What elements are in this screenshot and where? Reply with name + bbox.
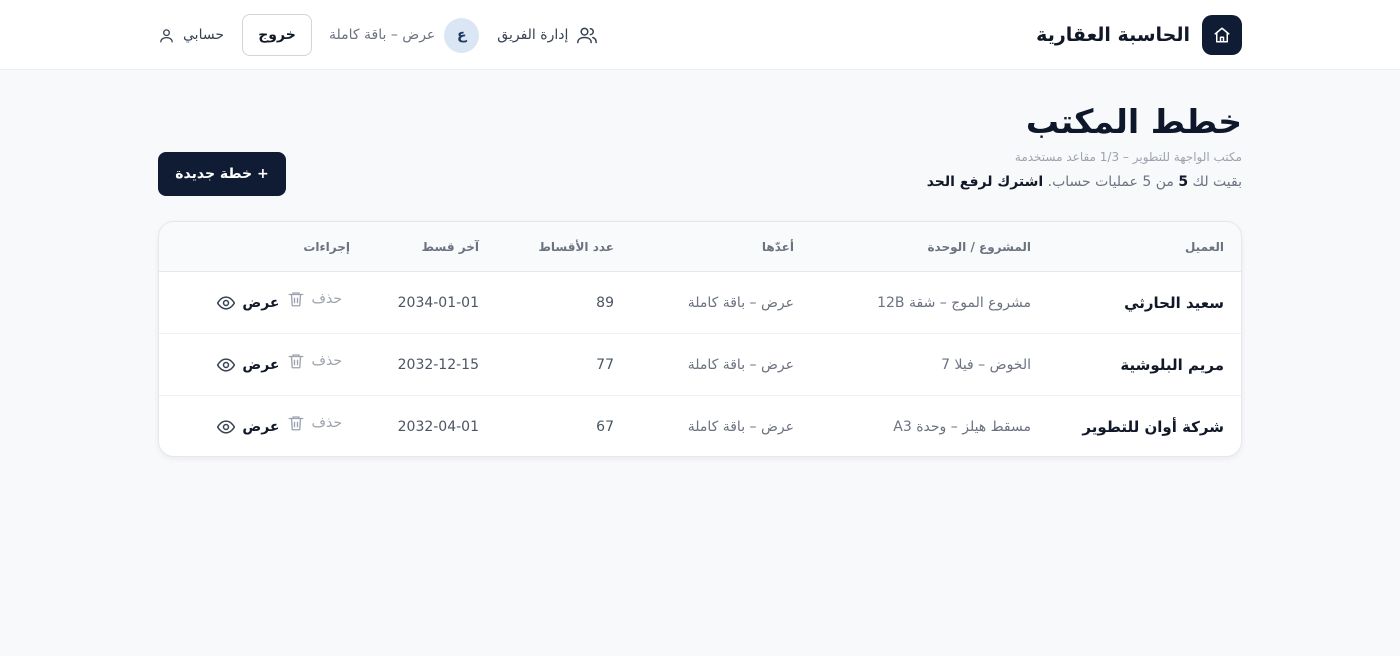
delete-button[interactable]: حذف — [287, 352, 342, 370]
table-row: شركة أوان للتطوير مسقط هيلز – وحدة A3 عر… — [159, 396, 1241, 456]
row-actions: عرض حذف — [216, 272, 350, 333]
view-label: عرض — [242, 419, 280, 435]
quota-count: 5 — [1178, 174, 1189, 190]
brand-title: الحاسبة العقارية — [1036, 24, 1190, 46]
delete-label: حذف — [311, 290, 342, 307]
view-button[interactable]: عرض — [216, 293, 279, 313]
column-project: المشروع / الوحدة — [927, 239, 1031, 254]
page-subtitle: مكتب الواجهة للتطوير – 1/3 مقاعد مستخدمة — [1014, 150, 1242, 164]
project-unit: مشروع الموج – شقة 12B — [877, 294, 1031, 311]
column-last-installment: آخر قسط — [421, 239, 479, 254]
table-header: العميل المشروع / الوحدة أعدّها عدد الأقس… — [159, 222, 1241, 272]
home-icon — [1202, 15, 1242, 55]
delete-button[interactable]: حذف — [287, 290, 342, 308]
client-name: مريم البلوشية — [1120, 355, 1224, 374]
prepared-by: عرض – باقة كاملة — [687, 419, 794, 435]
user-icon — [158, 27, 175, 44]
upgrade-link[interactable]: اشترك لرفع الحد — [927, 174, 1044, 190]
account-link[interactable]: حسابي — [158, 27, 224, 44]
table-row: سعيد الحارثي مشروع الموج – شقة 12B عرض –… — [159, 272, 1241, 334]
quota-middle: من 5 عمليات حساب. — [1043, 174, 1179, 190]
view-label: عرض — [242, 356, 280, 373]
project-unit: مسقط هيلز – وحدة A3 — [893, 419, 1031, 435]
team-label: إدارة الفريق — [497, 27, 569, 43]
brand[interactable]: الحاسبة العقارية — [1036, 15, 1242, 55]
eye-icon — [216, 293, 236, 313]
avatar[interactable]: ع — [444, 17, 480, 53]
installment-count: 89 — [596, 294, 614, 311]
installment-count: 67 — [596, 419, 614, 435]
plan-label: عرض – باقة كاملة — [328, 27, 436, 43]
last-installment-date: 2032-12-15 — [397, 356, 479, 373]
eye-icon — [216, 417, 236, 437]
eye-icon — [216, 355, 236, 375]
trash-icon — [287, 290, 305, 308]
row-actions: عرض حذف — [216, 334, 350, 395]
client-name: سعيد الحارثي — [1124, 293, 1224, 312]
delete-button[interactable]: حذف — [287, 414, 342, 432]
client-name: شركة أوان للتطوير — [1082, 418, 1224, 436]
delete-label: حذف — [311, 415, 342, 431]
prepared-by: عرض – باقة كاملة — [687, 356, 794, 373]
logout-button[interactable]: خروج — [241, 14, 312, 56]
header-nav: حسابي خروج عرض – باقة كاملة ع إدارة الفر… — [158, 14, 598, 56]
project-unit: الخوض – فيلا 7 — [941, 356, 1031, 373]
view-button[interactable]: عرض — [216, 417, 279, 437]
installment-count: 77 — [596, 356, 614, 373]
page-title: خطط المكتب — [1025, 102, 1242, 141]
column-actions: إجراءات — [303, 239, 350, 254]
account-label: حسابي — [183, 27, 224, 43]
column-client: العميل — [1184, 239, 1224, 254]
team-management-link[interactable]: إدارة الفريق — [497, 25, 598, 45]
view-button[interactable]: عرض — [216, 355, 279, 375]
row-actions: عرض حذف — [216, 396, 350, 456]
view-label: عرض — [242, 294, 280, 311]
table-row: مريم البلوشية الخوض – فيلا 7 عرض – باقة … — [159, 334, 1241, 396]
plans-table: العميل المشروع / الوحدة أعدّها عدد الأقس… — [158, 221, 1242, 457]
last-installment-date: 2034-01-01 — [397, 294, 479, 311]
column-author: أعدّها — [761, 239, 794, 254]
trash-icon — [287, 352, 305, 370]
quota-notice: بقيت لك 5 من 5 عمليات حساب. اشترك لرفع ا… — [927, 174, 1242, 190]
top-bar: الحاسبة العقارية حسابي خروج عرض – باقة ك… — [0, 0, 1400, 70]
quota-prefix: بقيت لك — [1188, 174, 1242, 190]
users-icon — [576, 25, 598, 45]
new-plan-button[interactable]: + خطة جديدة — [158, 152, 286, 196]
trash-icon — [287, 414, 305, 432]
delete-label: حذف — [311, 352, 342, 369]
column-count: عدد الأقساط — [538, 239, 614, 254]
last-installment-date: 2032-04-01 — [397, 419, 479, 435]
prepared-by: عرض – باقة كاملة — [687, 294, 794, 311]
